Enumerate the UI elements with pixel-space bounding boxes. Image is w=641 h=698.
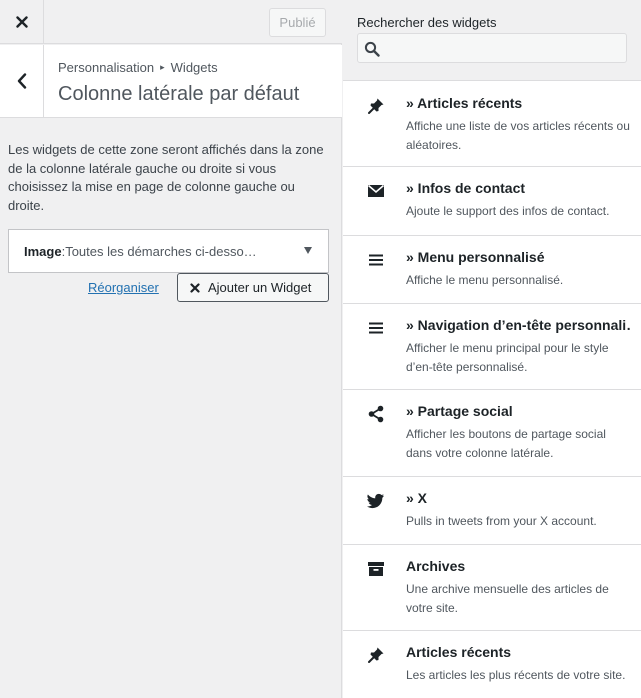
search-icon xyxy=(364,41,380,57)
widget-item-title: » Articles récents xyxy=(406,95,523,111)
section-header: Personnalisation ▸ Widgets Colonne latér… xyxy=(0,45,342,118)
widget-item-description: Les articles les plus récents de votre s… xyxy=(406,668,626,682)
widget-item-description: Ajoute le support des infos de contact. xyxy=(406,204,610,218)
widget-item-description: Affiche une liste de vos articles récent… xyxy=(406,119,630,152)
widget-item-description: Afficher les boutons de partage social d… xyxy=(406,427,606,460)
breadcrumb: Personnalisation ▸ Widgets xyxy=(58,60,218,75)
customizer-header: Publié xyxy=(0,0,342,44)
close-icon xyxy=(190,282,200,293)
caret-down-icon[interactable] xyxy=(304,247,312,254)
sidebar-description: Les widgets de cette zone seront affiché… xyxy=(8,142,324,213)
reorder-link[interactable]: Réorganiser xyxy=(88,280,159,295)
breadcrumb-current: Widgets xyxy=(170,60,218,75)
menu-icon xyxy=(366,250,386,270)
available-widget-item[interactable]: Articles récents Les articles les plus ré… xyxy=(343,631,641,698)
pin-icon xyxy=(366,96,386,116)
widget-item-title: Articles récents xyxy=(406,644,512,660)
breadcrumb-parent: Personnalisation xyxy=(58,60,155,75)
available-widget-item[interactable]: » Navigation d’en-tête personnali… Affich… xyxy=(343,304,641,390)
customizer-controls-panel: Publié Personnalisation ▸ Widgets Colonn… xyxy=(0,0,342,698)
search-box[interactable] xyxy=(357,33,627,63)
image-widget-item[interactable]: Image: Toutes les démarches ci-desso… xyxy=(8,229,329,273)
available-widget-item[interactable]: » Articles récents Affiche une liste de v… xyxy=(343,82,641,167)
available-widget-item[interactable]: » X Pulls in tweets from your X account. xyxy=(343,477,641,545)
widget-list: » Articles récents Affiche une liste de v… xyxy=(343,82,641,698)
widget-search-area: Rechercher des widgets xyxy=(343,0,641,81)
share-icon xyxy=(366,404,386,424)
widget-item-description: Afficher le menu principal pour le style… xyxy=(406,341,609,374)
widget-item-description: Une archive mensuelle des articles de vo… xyxy=(406,582,609,615)
publish-button[interactable]: Publié xyxy=(269,8,326,37)
widget-item-description: Pulls in tweets from your X account. xyxy=(406,514,597,528)
close-button[interactable] xyxy=(0,0,44,44)
available-widgets-panel: Rechercher des widgets » Articles récent… xyxy=(343,0,641,698)
search-label: Rechercher des widgets xyxy=(357,15,497,30)
widget-item-title: » Infos de contact xyxy=(406,180,526,196)
menu-icon xyxy=(366,318,386,338)
widget-item-title: » X xyxy=(406,490,428,506)
chevron-left-icon xyxy=(17,73,26,89)
available-widget-item[interactable]: » Infos de contact Ajoute le support des … xyxy=(343,167,641,236)
twitter-icon xyxy=(366,491,386,511)
breadcrumb-separator: ▸ xyxy=(160,62,165,72)
available-widget-item[interactable]: Archives Une archive mensuelle des articl… xyxy=(343,545,641,631)
widget-subtitle: Toutes les démarches ci-desso… xyxy=(65,243,257,259)
envelope-icon xyxy=(366,181,386,201)
back-button[interactable] xyxy=(0,45,44,117)
widget-title: Image xyxy=(24,243,62,259)
close-icon xyxy=(15,16,28,28)
widget-item-title: » Navigation d’en-tête personnali… xyxy=(406,317,631,333)
available-widget-item[interactable]: » Menu personnalisé Affiche le menu perso… xyxy=(343,236,641,304)
page-title: Colonne latérale par défaut xyxy=(58,83,300,105)
widget-item-title: Archives xyxy=(406,558,466,574)
widget-item-title: » Menu personnalisé xyxy=(406,249,545,265)
add-widget-label: Ajouter un Widget xyxy=(208,280,312,295)
archive-icon xyxy=(366,559,386,579)
pin-icon xyxy=(366,645,386,665)
widget-item-title: » Partage social xyxy=(406,403,513,419)
available-widget-item[interactable]: » Partage social Afficher les boutons de … xyxy=(343,390,641,477)
search-input[interactable] xyxy=(388,34,623,62)
add-widget-button[interactable]: Ajouter un Widget xyxy=(177,273,329,302)
widget-item-description: Affiche le menu personnalisé. xyxy=(406,273,564,287)
